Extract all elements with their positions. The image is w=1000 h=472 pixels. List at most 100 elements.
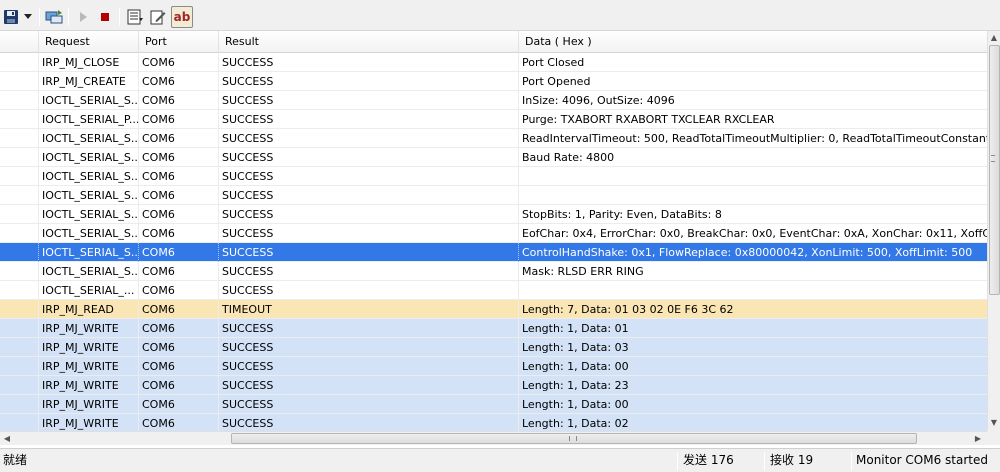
row-index-cell — [0, 53, 39, 72]
row-index-cell — [0, 281, 39, 300]
row-index-cell — [0, 110, 39, 129]
result-cell: SUCCESS — [219, 243, 519, 262]
data-cell: Length: 1, Data: 23 — [522, 379, 629, 392]
data-cell: Port Opened — [522, 75, 591, 88]
table-row[interactable]: IRP_MJ_WRITE COM6 SUCCESS Length: 1, Data: … — [0, 338, 987, 357]
row-index-cell — [0, 167, 39, 186]
table-row[interactable]: IOCTL_SERIAL_S... COM6 SUCCESS — [0, 186, 987, 205]
scroll-right-icon[interactable]: ▶ — [972, 433, 984, 445]
row-index-cell — [0, 186, 39, 205]
scroll-grip-icon — [991, 155, 995, 162]
horizontal-scrollbar[interactable]: ◀ ▶ — [0, 431, 987, 445]
result-cell: SUCCESS — [219, 129, 519, 148]
row-index-cell — [0, 243, 39, 262]
result-cell: TIMEOUT — [219, 300, 519, 319]
header-port[interactable]: Port — [139, 31, 219, 53]
table-row[interactable]: IOCTL_SERIAL_... COM6 SUCCESS — [0, 281, 987, 300]
result-cell: SUCCESS — [219, 376, 519, 395]
row-index-cell — [0, 414, 39, 431]
data-cell: EofChar: 0x4, ErrorChar: 0x0, BreakChar:… — [522, 227, 987, 240]
table-row[interactable]: IRP_MJ_WRITE COM6 SUCCESS Length: 1, Data: … — [0, 357, 987, 376]
table-row[interactable]: IOCTL_SERIAL_S... COM6 SUCCESS ControlHandS… — [0, 243, 987, 262]
dropdown-icon[interactable] — [20, 7, 36, 27]
row-index-cell — [0, 224, 39, 243]
request-cell: IRP_MJ_WRITE — [39, 319, 139, 338]
data-cell: Mask: RLSD ERR RING — [522, 265, 644, 278]
toolbar-separator — [39, 8, 40, 26]
port-cell: COM6 — [139, 224, 219, 243]
scroll-left-icon[interactable]: ◀ — [1, 433, 13, 445]
port-cell: COM6 — [139, 72, 219, 91]
request-cell: IRP_MJ_READ — [39, 300, 139, 319]
request-cell: IOCTL_SERIAL_... — [39, 281, 139, 300]
scroll-down-icon[interactable]: ▼ — [988, 417, 1000, 429]
table-row[interactable]: IOCTL_SERIAL_S... COM6 SUCCESS InSize: 4096… — [0, 91, 987, 110]
table-row[interactable]: IRP_MJ_WRITE COM6 SUCCESS Length: 1, Data: … — [0, 319, 987, 338]
table-row[interactable]: IOCTL_SERIAL_S... COM6 SUCCESS Mask: RLSD E… — [0, 262, 987, 281]
table-row[interactable]: IRP_MJ_WRITE COM6 SUCCESS Length: 1, Data: … — [0, 395, 987, 414]
text-mode-icon[interactable]: ab — [171, 6, 193, 28]
play-icon[interactable] — [73, 7, 93, 27]
data-cell: InSize: 4096, OutSize: 4096 — [522, 94, 675, 107]
request-cell: IRP_MJ_CLOSE — [39, 53, 139, 72]
result-cell: SUCCESS — [219, 53, 519, 72]
vertical-scroll-thumb[interactable] — [989, 45, 1000, 295]
result-cell: SUCCESS — [219, 281, 519, 300]
table-row[interactable]: IOCTL_SERIAL_S... COM6 SUCCESS EofChar: 0x4… — [0, 224, 987, 243]
table-row[interactable]: IOCTL_SERIAL_S... COM6 SUCCESS — [0, 167, 987, 186]
table-row[interactable]: IOCTL_SERIAL_S... COM6 SUCCESS Baud Rate: 4… — [0, 148, 987, 167]
header-result[interactable]: Result — [219, 31, 519, 53]
stop-icon[interactable] — [95, 7, 115, 27]
port-cell: COM6 — [139, 319, 219, 338]
port-cell: COM6 — [139, 338, 219, 357]
request-cell: IOCTL_SERIAL_S... — [39, 91, 139, 110]
list-header: Request Port Result Data ( Hex ) — [0, 31, 987, 53]
port-cell: COM6 — [139, 376, 219, 395]
table-row[interactable]: IRP_MJ_WRITE COM6 SUCCESS Length: 1, Data: … — [0, 376, 987, 395]
result-cell: SUCCESS — [219, 110, 519, 129]
data-cell — [519, 186, 987, 205]
result-cell: SUCCESS — [219, 414, 519, 431]
data-cell — [519, 281, 987, 300]
header-index[interactable] — [0, 31, 39, 53]
status-separator — [764, 452, 765, 470]
request-cell: IRP_MJ_WRITE — [39, 395, 139, 414]
table-row[interactable]: IOCTL_SERIAL_P... COM6 SUCCESS Purge: TXABO… — [0, 110, 987, 129]
table-row[interactable]: IOCTL_SERIAL_S... COM6 SUCCESS StopBits: 1,… — [0, 205, 987, 224]
horizontal-scroll-thumb[interactable] — [231, 433, 917, 444]
request-cell: IOCTL_SERIAL_S... — [39, 224, 139, 243]
request-cell: IRP_MJ_WRITE — [39, 414, 139, 431]
table-row[interactable]: IRP_MJ_CREATE COM6 SUCCESS Port Opened — [0, 72, 987, 91]
header-request[interactable]: Request — [39, 31, 139, 53]
table-row[interactable]: IRP_MJ_WRITE COM6 SUCCESS Length: 1, Data: … — [0, 414, 987, 431]
text-mode-label: ab — [173, 10, 191, 24]
list-rows: IRP_MJ_CLOSE COM6 SUCCESS Port Closed IRP_MJ… — [0, 53, 987, 431]
port-cell: COM6 — [139, 395, 219, 414]
scroll-up-icon[interactable]: ▲ — [988, 32, 1000, 44]
row-index-cell — [0, 72, 39, 91]
save-icon[interactable] — [1, 7, 21, 27]
row-index-cell — [0, 205, 39, 224]
table-row[interactable]: IRP_MJ_READ COM6 TIMEOUT Length: 7, Data: 0… — [0, 300, 987, 319]
table-row[interactable]: IRP_MJ_CLOSE COM6 SUCCESS Port Closed — [0, 53, 987, 72]
vertical-scrollbar[interactable]: ▲ ▼ — [987, 31, 1000, 431]
request-cell: IRP_MJ_WRITE — [39, 357, 139, 376]
header-data[interactable]: Data ( Hex ) — [519, 31, 987, 53]
capture-icon[interactable] — [44, 7, 64, 27]
status-received: 接收 19 — [770, 453, 814, 467]
row-index-cell — [0, 376, 39, 395]
row-index-cell — [0, 129, 39, 148]
port-cell: COM6 — [139, 53, 219, 72]
table-row[interactable]: IOCTL_SERIAL_S... COM6 SUCCESS ReadInterval… — [0, 129, 987, 148]
data-cell: Purge: TXABORT RXABORT TXCLEAR RXCLEAR — [522, 113, 775, 126]
request-list[interactable]: Request Port Result Data ( Hex ) IRP_MJ_… — [0, 31, 987, 431]
result-cell: SUCCESS — [219, 186, 519, 205]
request-cell: IRP_MJ_CREATE — [39, 72, 139, 91]
request-cell: IOCTL_SERIAL_S... — [39, 167, 139, 186]
row-index-cell — [0, 91, 39, 110]
edit-icon[interactable] — [148, 7, 168, 27]
data-cell: Length: 1, Data: 03 — [522, 341, 629, 354]
columns-icon[interactable] — [125, 7, 145, 27]
result-cell: SUCCESS — [219, 319, 519, 338]
toolbar: ab — [0, 0, 1000, 31]
